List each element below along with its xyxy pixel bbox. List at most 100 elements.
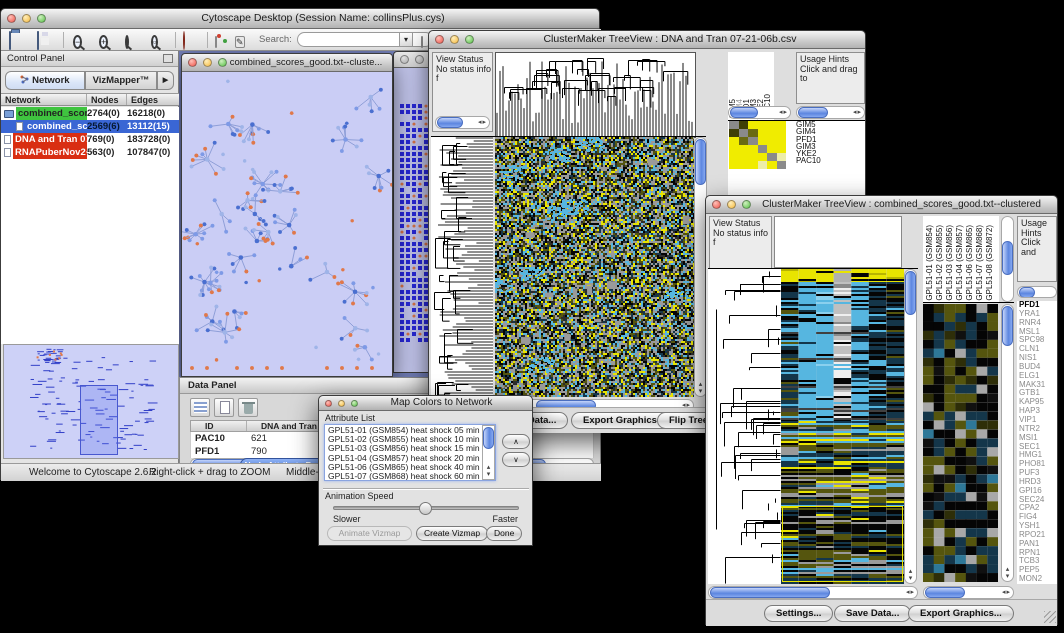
- summary-heatmap-cell[interactable]: [777, 121, 787, 129]
- summary-heatmap-cell[interactable]: [758, 137, 768, 145]
- treeview2-button[interactable]: Export Graphics...: [908, 605, 1014, 622]
- summary-heatmap-cell[interactable]: [739, 121, 749, 129]
- summary-heatmap-cell[interactable]: [758, 153, 768, 161]
- close-icon[interactable]: [435, 35, 444, 44]
- summary-heatmap-cell[interactable]: [748, 137, 758, 145]
- treeview2-row-dendrogram[interactable]: [708, 269, 781, 584]
- treeview1-heatmap[interactable]: [495, 137, 694, 397]
- summary-heatmap-cell[interactable]: [777, 129, 787, 137]
- summary-heatmap-cell[interactable]: [777, 145, 787, 153]
- summary-heatmap-cell[interactable]: [729, 145, 739, 153]
- resize-grip[interactable]: [1044, 611, 1056, 623]
- summary-heatmap-cell[interactable]: [758, 129, 768, 137]
- summary-heatmap-cell[interactable]: [729, 129, 739, 137]
- zoom-window-icon[interactable]: [351, 400, 358, 407]
- treeview1-titlebar[interactable]: ClusterMaker TreeView : DNA and Tran 07-…: [429, 31, 865, 49]
- network-table-header[interactable]: Network Nodes Edges: [1, 93, 179, 106]
- summary-heatmap-cell[interactable]: [729, 121, 739, 129]
- summary-heatmap-cell[interactable]: [748, 153, 758, 161]
- help-lifering-icon[interactable]: [183, 32, 201, 48]
- network-list-row[interactable]: DNA and Tran 07769(0)183728(0): [1, 133, 179, 146]
- treeview1-column-dendrogram[interactable]: [495, 52, 696, 138]
- treeview2-labels-vscrollbar[interactable]: [1001, 216, 1014, 302]
- network-overview-panel[interactable]: [3, 344, 179, 459]
- network-view-canvas[interactable]: [182, 72, 392, 376]
- summary-heatmap-cell[interactable]: [767, 137, 777, 145]
- summary-heatmap-cell[interactable]: [767, 153, 777, 161]
- save-icon[interactable]: [37, 32, 55, 48]
- attribute-list-item[interactable]: GPL51-07 (GSM868) heat shock 60 min: [328, 472, 481, 481]
- minimize-icon[interactable]: [22, 14, 31, 23]
- summary-heatmap-cell[interactable]: [767, 161, 777, 169]
- animation-speed-slider[interactable]: [333, 506, 519, 510]
- close-icon[interactable]: [400, 55, 409, 64]
- treeview2-zoom-heatmap[interactable]: [923, 304, 998, 582]
- treeview1-summary-heatmap[interactable]: [729, 121, 786, 169]
- open-file-icon[interactable]: [9, 32, 27, 48]
- search-dropdown-icon[interactable]: ▾: [399, 32, 413, 47]
- summary-heatmap-cell[interactable]: [748, 129, 758, 137]
- zoom-window-icon[interactable]: [218, 58, 227, 67]
- move-down-button[interactable]: ∨: [502, 452, 530, 467]
- annotation-icon[interactable]: ✎: [235, 32, 253, 48]
- trash-icon[interactable]: [238, 398, 258, 417]
- zoom-out-icon[interactable]: −: [73, 32, 91, 48]
- treeview2-heatmap[interactable]: [781, 269, 904, 584]
- network-list-row[interactable]: RNAPuberNov2+I563(0)107847(0): [1, 146, 179, 159]
- close-icon[interactable]: [7, 14, 16, 23]
- gene-label[interactable]: MON2: [1019, 575, 1057, 584]
- network-list-row[interactable]: combined_sco2569(6)13112(15): [1, 120, 179, 133]
- tab-network[interactable]: Network: [5, 71, 85, 90]
- summary-heatmap-cell[interactable]: [777, 161, 787, 169]
- table-grid-icon[interactable]: [190, 398, 210, 417]
- view-status-hscrollbar[interactable]: [435, 116, 490, 129]
- move-up-button[interactable]: ∧: [502, 434, 530, 449]
- done-button[interactable]: Done: [486, 526, 522, 541]
- tab-vizmapper[interactable]: VizMapper™: [85, 71, 157, 90]
- summary-heatmap-cell[interactable]: [739, 137, 749, 145]
- slider-thumb[interactable]: [419, 502, 432, 515]
- summary-heatmap-cell[interactable]: [758, 145, 768, 153]
- minimize-icon[interactable]: [203, 58, 212, 67]
- dialog-titlebar[interactable]: Map Colors to Network: [319, 396, 532, 411]
- treeview1-hints-hscrollbar[interactable]: [796, 106, 865, 119]
- network-window-titlebar[interactable]: combined_scores_good.txt--cluste...: [182, 54, 392, 72]
- treeview2-hints-hscrollbar[interactable]: [1017, 286, 1057, 298]
- summary-heatmap-cell[interactable]: [777, 153, 787, 161]
- attribute-list-vscrollbar[interactable]: [482, 425, 495, 480]
- minimize-icon[interactable]: [450, 35, 459, 44]
- minimize-icon[interactable]: [727, 200, 736, 209]
- summary-heatmap-cell[interactable]: [729, 153, 739, 161]
- zoom-fit-icon[interactable]: [125, 32, 143, 48]
- minimize-icon[interactable]: [338, 400, 345, 407]
- zoom-in-icon[interactable]: +: [99, 32, 117, 48]
- summary-heatmap-cell[interactable]: [739, 129, 749, 137]
- minimize-icon[interactable]: [415, 55, 424, 64]
- summary-heatmap-cell[interactable]: [748, 161, 758, 169]
- summary-heatmap-cell[interactable]: [739, 145, 749, 153]
- summary-heatmap-cell[interactable]: [767, 129, 777, 137]
- zoom-selected-icon[interactable]: ▫: [151, 32, 169, 48]
- treeview2-heatmap-vscrollbar[interactable]: [904, 269, 917, 584]
- summary-heatmap-cell[interactable]: [729, 161, 739, 169]
- treeview1-summary-hscrollbar[interactable]: [728, 106, 791, 119]
- treeview2-titlebar[interactable]: ClusterMaker TreeView : combined_scores_…: [706, 196, 1057, 214]
- treeview1-row-dendrogram[interactable]: [431, 137, 493, 405]
- summary-heatmap-cell[interactable]: [777, 137, 787, 145]
- summary-heatmap-cell[interactable]: [758, 121, 768, 129]
- summary-heatmap-cell[interactable]: [767, 121, 777, 129]
- zoom-window-icon[interactable]: [465, 35, 474, 44]
- close-icon[interactable]: [325, 400, 332, 407]
- treeview2-zoom-hscrollbar[interactable]: [923, 586, 1014, 599]
- summary-heatmap-cell[interactable]: [739, 153, 749, 161]
- vizmapper-icon[interactable]: [215, 32, 233, 48]
- close-icon[interactable]: [712, 200, 721, 209]
- tab-overflow-icon[interactable]: ▶: [157, 71, 174, 90]
- treeview2-button[interactable]: Settings...: [764, 605, 833, 622]
- animate-vizmap-button[interactable]: Animate Vizmap: [327, 526, 412, 541]
- treeview2-column-dendrogram-area[interactable]: [774, 216, 902, 268]
- close-icon[interactable]: [188, 58, 197, 67]
- network-list-row[interactable]: combined_scores_2764(0)16218(0): [1, 107, 179, 120]
- zoom-window-icon[interactable]: [742, 200, 751, 209]
- treeview2-zoom-vscrollbar[interactable]: [1001, 304, 1014, 582]
